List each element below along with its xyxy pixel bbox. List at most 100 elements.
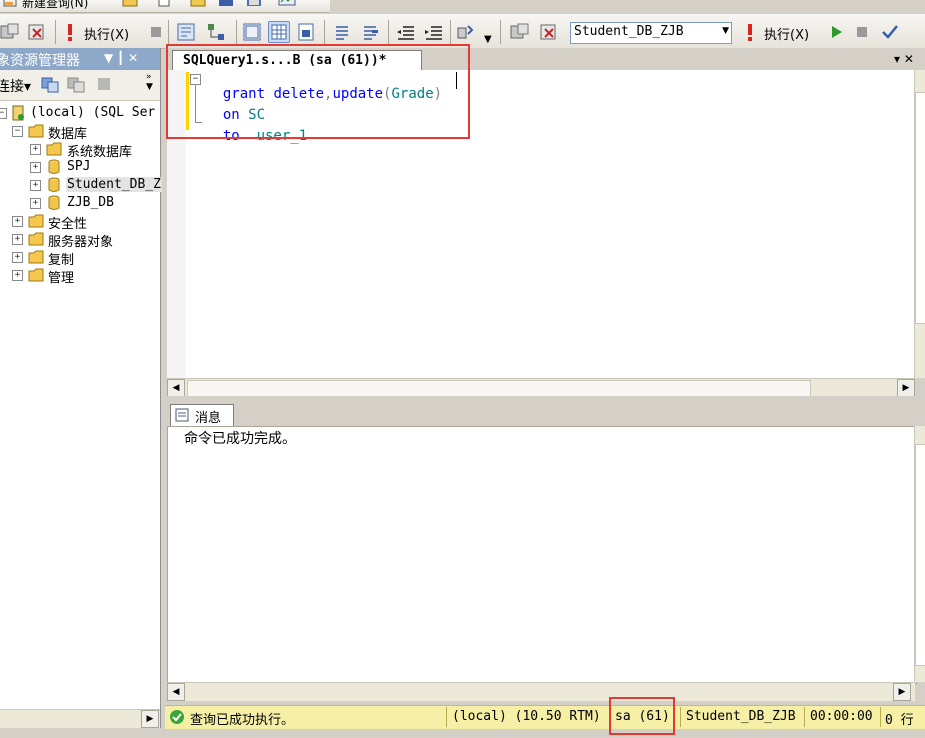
parse-check-icon[interactable]	[880, 22, 900, 42]
tree-item-management[interactable]: + 管理	[0, 266, 160, 286]
highlight-box-query	[166, 44, 470, 139]
save-icon[interactable]	[218, 0, 234, 8]
tree-item-label: SPJ	[67, 159, 91, 174]
execute-exclamation-icon-2[interactable]	[740, 22, 760, 42]
uncomment-icon[interactable]	[360, 22, 380, 42]
collapse-icon[interactable]: −	[0, 108, 7, 119]
connect-icon-2[interactable]	[510, 22, 530, 42]
tree-item-replication[interactable]: + 复制	[0, 248, 160, 268]
tree-item-server[interactable]: − (local) (SQL Ser	[0, 104, 160, 122]
connect-dropdown[interactable]: 连接▾	[0, 76, 31, 96]
stop-icon-2[interactable]	[852, 22, 872, 42]
execute-exclamation-icon[interactable]	[60, 22, 80, 42]
tree-item-databases[interactable]: − 数据库	[0, 122, 160, 142]
save-all-icon[interactable]	[246, 0, 262, 8]
status-rows: 0 行	[885, 713, 914, 728]
messages-icon	[175, 408, 189, 422]
tree-item-label: (local) (SQL Ser	[30, 105, 156, 120]
status-server: (local) (10.50 RTM)	[452, 709, 601, 724]
scroll-right-icon[interactable]: ▶	[893, 683, 911, 701]
new-query-button[interactable]: 新建查询(N)	[22, 0, 88, 11]
disconnect-icon[interactable]	[66, 74, 86, 94]
tree-item-student-db[interactable]: + Student_DB_Z	[0, 176, 162, 194]
parse-icon[interactable]	[176, 22, 196, 42]
folder-icon	[28, 123, 44, 139]
collapse-icon[interactable]: −	[12, 126, 23, 137]
results-tab-strip	[165, 402, 925, 426]
folder-icon	[28, 231, 44, 247]
scroll-right-icon[interactable]: ▶	[141, 710, 159, 728]
results-to-text-icon[interactable]	[242, 22, 262, 42]
tree-item-label: Student_DB_Z	[66, 177, 162, 192]
expand-icon[interactable]: +	[12, 234, 23, 245]
tree-item-zjb-db[interactable]: + ZJB_DB	[0, 194, 160, 212]
toolbar-overflow-icon[interactable]: ▼	[484, 34, 496, 48]
expand-icon[interactable]: +	[12, 252, 23, 263]
comment-out-icon[interactable]	[332, 22, 352, 42]
change-connection-icon-2[interactable]	[540, 22, 560, 42]
chevron-down-icon[interactable]: ▼	[722, 26, 729, 36]
expand-icon[interactable]: +	[30, 180, 41, 191]
tree-item-server-objects[interactable]: + 服务器对象	[0, 230, 160, 250]
folder-icon	[46, 141, 62, 157]
tab-messages[interactable]: 消息	[170, 404, 234, 427]
toolbar-overflow-oe-icon[interactable]: » ▼	[146, 72, 153, 92]
specify-template-values-icon[interactable]	[456, 22, 476, 42]
tree-item-label: 管理	[48, 271, 75, 286]
debug-play-icon[interactable]	[826, 22, 846, 42]
scroll-left-icon[interactable]: ◀	[167, 379, 185, 397]
results-hscrollbar[interactable]: ◀ ▶	[167, 682, 915, 701]
execute-button-right[interactable]: 执行(X)	[764, 24, 809, 43]
expand-icon[interactable]: +	[30, 162, 41, 173]
tree-item-security[interactable]: + 安全性	[0, 212, 160, 232]
status-divider	[804, 707, 805, 727]
connect-object-explorer-icon[interactable]	[40, 74, 60, 94]
status-elapsed: 00:00:00	[810, 709, 873, 724]
tree-item-system-databases[interactable]: + 系统数据库	[0, 140, 160, 160]
stop-icon-oe[interactable]	[98, 78, 110, 90]
object-explorer-hscrollbar[interactable]: ▶	[0, 709, 160, 728]
editor-vscrollbar[interactable]	[914, 70, 925, 378]
results-to-grid-icon[interactable]	[268, 21, 290, 43]
pin-close-icons[interactable]: ▼ ┃ ✕	[104, 51, 138, 65]
results-to-file-icon[interactable]	[296, 22, 316, 42]
open-file-icon[interactable]	[122, 0, 138, 8]
expand-icon[interactable]: +	[12, 270, 23, 281]
folder-icon	[28, 249, 44, 265]
object-explorer-title-bar: 象资源管理器 ▼ ┃ ✕	[0, 48, 160, 70]
status-text: 查询已成功执行。	[190, 713, 295, 728]
database-icon	[46, 177, 62, 193]
scroll-thumb[interactable]	[187, 380, 811, 397]
expand-icon[interactable]: +	[12, 216, 23, 227]
ide-bottom-status-strip	[0, 729, 925, 738]
results-vscrollbar[interactable]	[914, 426, 925, 682]
new-file-icon[interactable]	[156, 0, 172, 8]
status-database: Student_DB_ZJB	[686, 709, 796, 724]
status-divider	[446, 707, 447, 727]
display-plan-icon[interactable]	[206, 22, 226, 42]
scroll-left-icon[interactable]: ◀	[167, 683, 185, 701]
scroll-right-icon[interactable]: ▶	[897, 379, 915, 397]
scroll-thumb[interactable]	[915, 444, 925, 666]
editor-hscrollbar[interactable]: ◀ ▶	[167, 378, 915, 397]
scroll-thumb[interactable]	[915, 92, 925, 324]
tree-item-spj[interactable]: + SPJ	[0, 158, 160, 176]
expand-icon[interactable]: +	[30, 198, 41, 209]
stop-icon[interactable]	[146, 22, 166, 42]
tab-messages-label: 消息	[195, 411, 222, 426]
activity-monitor-icon[interactable]	[278, 0, 296, 8]
execute-button-left[interactable]: 执行(X)	[84, 24, 129, 43]
connect-icon[interactable]	[0, 22, 20, 42]
database-select[interactable]: Student_DB_ZJB ▼	[570, 22, 732, 44]
increase-indent-icon[interactable]	[424, 22, 444, 42]
change-connection-icon[interactable]	[28, 22, 48, 42]
database-icon	[46, 159, 62, 175]
open-folder-icon[interactable]	[190, 0, 206, 8]
tab-strip-buttons[interactable]: ▾ ✕	[894, 52, 914, 66]
status-divider	[680, 707, 681, 727]
decrease-indent-icon[interactable]	[396, 22, 416, 42]
object-explorer-toolbar: 连接▾ »▼	[0, 70, 160, 101]
expand-icon[interactable]: +	[30, 144, 41, 155]
messages-pane[interactable]	[167, 426, 917, 684]
new-query-icon[interactable]	[2, 0, 18, 8]
